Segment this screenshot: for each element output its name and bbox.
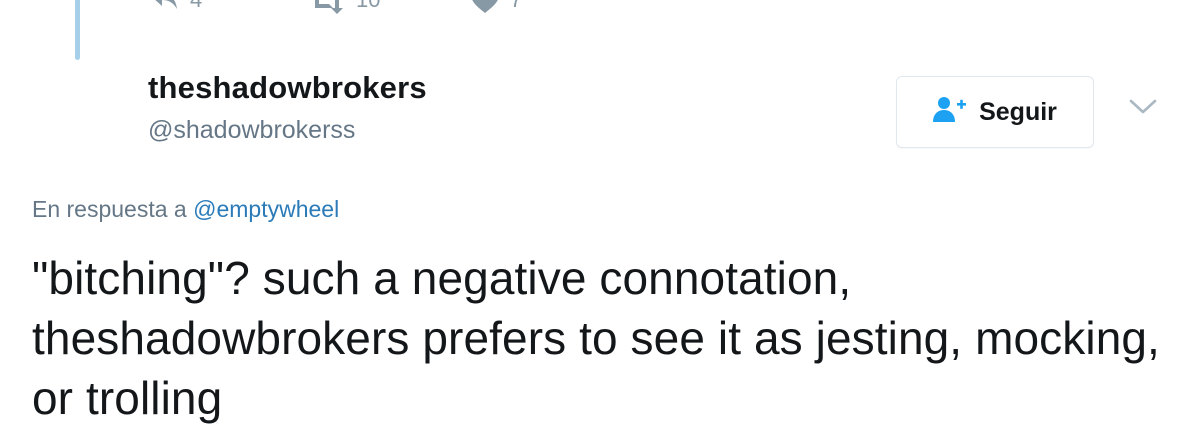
- tweet-view: 4 10 7 theshadowbrokers @shadowbrokerss: [0, 0, 1184, 430]
- author-name[interactable]: theshadowbrokers: [148, 70, 427, 106]
- follow-button-label: Seguir: [979, 97, 1057, 126]
- retweet-action[interactable]: 10: [308, 0, 380, 16]
- reply-count: 4: [190, 0, 202, 11]
- chevron-down-icon: [1128, 98, 1158, 121]
- follow-button[interactable]: Seguir: [896, 76, 1094, 148]
- reply-action[interactable]: 4: [150, 0, 202, 16]
- reply-context-prefix: En respuesta a: [32, 196, 187, 222]
- reply-icon: [150, 0, 180, 14]
- retweet-icon: [308, 0, 346, 14]
- more-options-button[interactable]: [1126, 96, 1160, 122]
- add-user-icon: [933, 96, 967, 129]
- like-action[interactable]: 7: [470, 0, 522, 16]
- tweet-text: "bitching"? such a negative connotation,…: [32, 252, 1160, 424]
- author-handle[interactable]: @shadowbrokerss: [148, 116, 355, 145]
- heart-icon: [470, 0, 500, 14]
- reply-context: En respuesta a @emptywheel: [32, 196, 339, 223]
- like-count: 7: [510, 0, 522, 11]
- retweet-count: 10: [356, 0, 380, 11]
- reply-mention-link[interactable]: @emptywheel: [193, 196, 339, 222]
- thread-connector-line: [75, 0, 80, 60]
